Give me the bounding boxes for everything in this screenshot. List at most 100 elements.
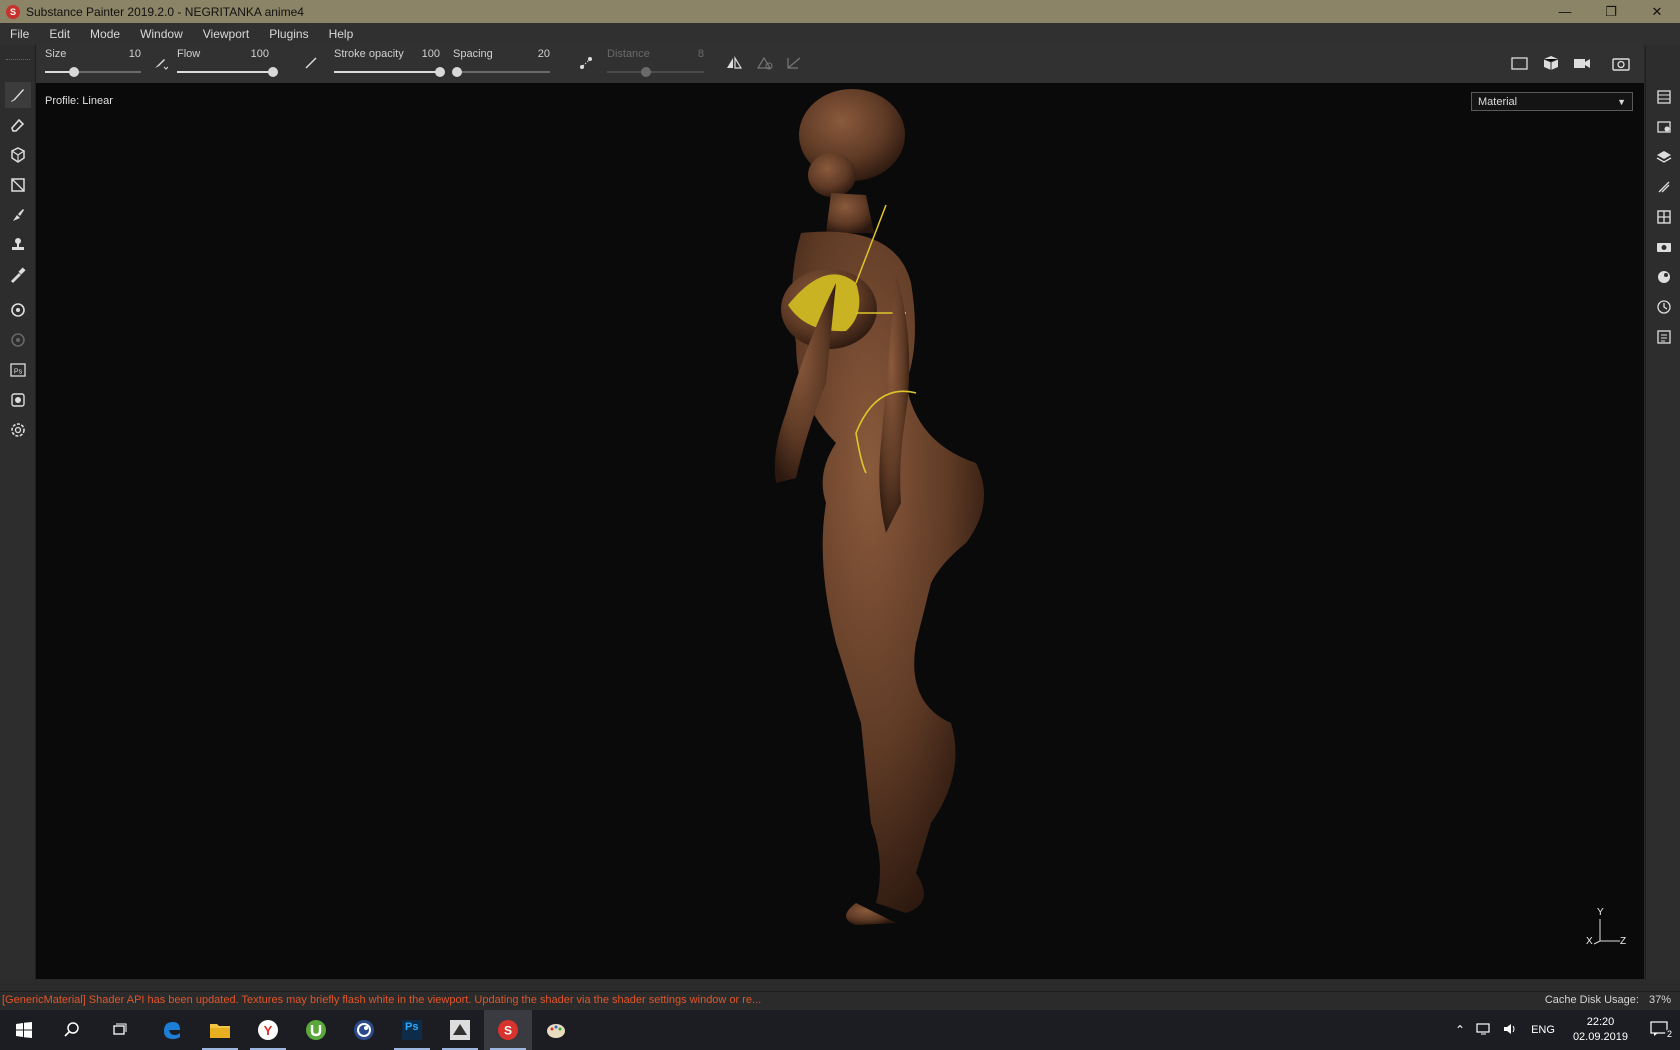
log-icon[interactable]	[1653, 326, 1675, 348]
language-indicator[interactable]: ENG	[1523, 1024, 1563, 1036]
character-model	[774, 89, 984, 925]
cache-value: 37%	[1648, 994, 1671, 1006]
spacing-slider[interactable]: Spacing 20	[451, 45, 550, 83]
history-icon[interactable]	[1653, 296, 1675, 318]
photoshop-export-icon[interactable]: Ps	[5, 357, 31, 383]
properties-icon[interactable]	[1653, 176, 1675, 198]
distance-knob	[640, 67, 651, 77]
size-slider[interactable]: Size 10	[45, 45, 141, 83]
windows-start-icon[interactable]	[0, 1010, 48, 1050]
yandex-browser-icon[interactable]: Y	[244, 1010, 292, 1050]
volume-icon[interactable]	[1497, 1022, 1523, 1039]
clock[interactable]: 22:20 02.09.2019	[1563, 1015, 1638, 1045]
eraser-icon[interactable]	[5, 112, 31, 138]
flow-value[interactable]: 100	[251, 48, 269, 60]
shelf-icon[interactable]	[1653, 266, 1675, 288]
substance-painter-app-icon: S	[6, 4, 20, 19]
distance-track	[607, 71, 704, 73]
camera-icon[interactable]	[1572, 53, 1592, 73]
status-bar: [GenericMaterial] Shader API has been up…	[0, 991, 1680, 1009]
polygon-fill-icon[interactable]	[5, 172, 31, 198]
toolbar-grip	[6, 59, 30, 61]
stroke-opacity-knob[interactable]	[435, 67, 445, 77]
svg-text:Y: Y	[264, 1023, 273, 1038]
menu-plugins[interactable]: Plugins	[259, 27, 318, 41]
cinema4d-icon[interactable]	[340, 1010, 388, 1050]
menu-mode[interactable]: Mode	[80, 27, 130, 41]
axis-gizmo: Y X Z	[1586, 907, 1630, 949]
symmetry-icon[interactable]	[724, 53, 744, 73]
notification-count: 2	[1664, 1028, 1674, 1039]
size-knob[interactable]	[68, 67, 79, 77]
minimize-button[interactable]: —	[1542, 0, 1588, 23]
viewer-settings-icon[interactable]	[1653, 236, 1675, 258]
size-label: Size	[45, 48, 67, 60]
notifications-icon[interactable]: 2	[1638, 1020, 1680, 1040]
menu-window[interactable]: Window	[130, 27, 193, 41]
restore-button[interactable]: ❐	[1588, 0, 1634, 23]
viewport-frame-icon[interactable]	[1510, 53, 1530, 73]
menu-edit[interactable]: Edit	[39, 27, 80, 41]
title-bar: S Substance Painter 2019.2.0 - NEGRITANK…	[0, 0, 1680, 23]
flow-slider[interactable]: Flow 100	[177, 45, 278, 83]
paint-brush-icon[interactable]	[5, 82, 31, 108]
texture-set-list-icon[interactable]	[1653, 86, 1675, 108]
screenshot-icon[interactable]	[1611, 53, 1631, 73]
spacing-knob[interactable]	[451, 67, 462, 77]
clone-stamp-icon[interactable]	[5, 232, 31, 258]
distance-slider: Distance 8	[607, 45, 704, 83]
file-explorer-icon[interactable]	[196, 1010, 244, 1050]
zbrush-icon[interactable]	[436, 1010, 484, 1050]
network-icon[interactable]	[1471, 1022, 1497, 1039]
projection-icon[interactable]	[5, 142, 31, 168]
task-view-icon[interactable]	[96, 1010, 144, 1050]
stroke-opacity-slider[interactable]: Stroke opacity 100	[334, 45, 445, 83]
photoshop-label: Ps	[405, 1021, 419, 1033]
window-title: Substance Painter 2019.2.0 - NEGRITANKA …	[26, 4, 304, 19]
svg-text:S: S	[504, 1024, 512, 1038]
menu-help[interactable]: Help	[319, 27, 364, 41]
spacing-value[interactable]: 20	[538, 48, 550, 60]
spacing-label: Spacing	[453, 48, 493, 60]
stroke-opacity-value[interactable]: 100	[422, 48, 440, 60]
brush-alignment-icon[interactable]	[150, 53, 170, 73]
stroke-mode-icon[interactable]	[301, 53, 321, 73]
brush-properties-toolbar: Size 10 Flow 100 Stroke opacity 100 Spac…	[36, 45, 1644, 83]
left-tool-bar: Ps	[0, 45, 36, 980]
bake-disabled-icon	[5, 327, 31, 353]
iray-render-icon[interactable]	[5, 387, 31, 413]
axis-y-label: Y	[1597, 907, 1604, 918]
svg-text:Ps: Ps	[14, 369, 23, 376]
chevron-up-icon[interactable]: ⌃	[1449, 1023, 1471, 1037]
spacing-track	[453, 71, 550, 73]
symmetry-settings-icon[interactable]	[754, 53, 774, 73]
bake-icon[interactable]	[5, 297, 31, 323]
menu-file[interactable]: File	[0, 27, 39, 41]
flow-knob[interactable]	[268, 67, 278, 77]
3d-viewport[interactable]: Profile: Linear Material ▼ Y X Z	[36, 83, 1644, 979]
utorrent-icon[interactable]	[292, 1010, 340, 1050]
view-mode-cube-icon[interactable]	[1541, 53, 1561, 73]
settings-icon[interactable]	[5, 417, 31, 443]
color-picker-icon[interactable]	[5, 262, 31, 288]
menu-viewport[interactable]: Viewport	[193, 27, 259, 41]
search-icon[interactable]	[48, 1010, 96, 1050]
close-button[interactable]: ✕	[1634, 0, 1680, 23]
status-message[interactable]: [GenericMaterial] Shader API has been up…	[2, 994, 761, 1006]
symmetry-transform-icon[interactable]	[784, 53, 804, 73]
size-value[interactable]: 10	[129, 48, 141, 60]
clock-date: 02.09.2019	[1572, 1031, 1628, 1043]
substance-painter-icon[interactable]: S	[484, 1010, 532, 1050]
right-panel-bar	[1645, 45, 1680, 980]
texture-set-settings-icon[interactable]	[1653, 116, 1675, 138]
lazy-mouse-icon[interactable]	[576, 53, 596, 73]
smudge-icon[interactable]	[5, 202, 31, 228]
flow-label: Flow	[177, 48, 201, 60]
stroke-opacity-label: Stroke opacity	[334, 48, 404, 60]
edge-icon[interactable]	[148, 1010, 196, 1050]
display-settings-icon[interactable]	[1653, 206, 1675, 228]
axis-x-label: X	[1586, 936, 1593, 947]
paint-icon[interactable]	[532, 1010, 580, 1050]
photoshop-icon[interactable]: Ps	[388, 1010, 436, 1050]
layers-icon[interactable]	[1653, 146, 1675, 168]
